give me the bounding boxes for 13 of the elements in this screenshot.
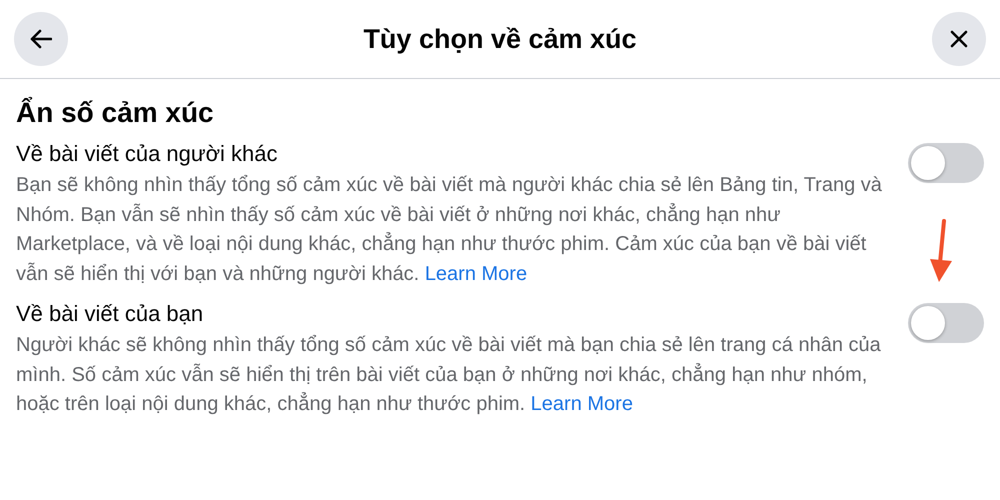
setting-description: Bạn sẽ không nhìn thấy tổng số cảm xúc về bài viết mà người khác chia sẻ lên Bảng tin, Trang và Nhóm. Bạn vẫn sẽ nhìn thấy số cảm xúc về bài viết ở những nơi khác, chẳng hạn như Marketplace, và về loại nội dung khác, chẳng hạn như thước phim. Cảm xúc của bạn về bài viết vẫn sẽ hiển thị với bạn và những người khác. Learn More [16,173,883,286]
section-title: Ẩn số cảm xúc [16,97,215,129]
setting-description: Người khác sẽ không nhìn thấy tổng số cảm xúc về bài viết mà bạn chia sẻ lên trang cá nhân của mình. Số cảm xúc vẫn sẽ hiển thị trên bài viết của bạn ở những nơi khác, chẳng hạn như nhóm, hoặc trên loại nội dung khác, chẳng hạn như thước phim. Learn More [16,333,882,417]
close-icon [950,30,968,48]
back-arrow-icon [30,29,52,49]
annotation-arrow [928,219,954,283]
setting-title: Về bài viết của người khác [16,141,279,167]
toggle-switch[interactable] [908,143,984,183]
setting-title: Về bài viết của bạn [16,301,204,327]
page-title: Tùy chọn về cảm xúc [363,24,637,54]
toggle-switch[interactable] [908,303,984,343]
learn-more-link[interactable]: Learn More [530,393,633,415]
learn-more-link[interactable]: Learn More [424,262,528,284]
